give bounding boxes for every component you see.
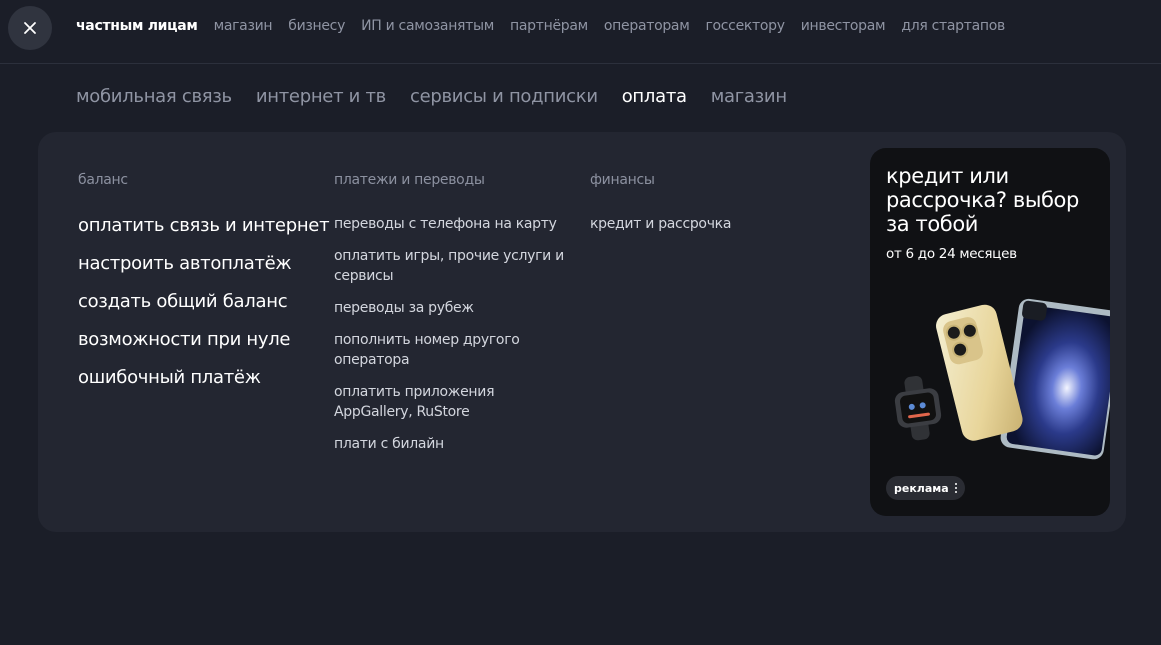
link-credit[interactable]: кредит и рассрочка bbox=[590, 214, 830, 234]
more-dots-icon bbox=[954, 483, 957, 493]
ad-label: реклама bbox=[894, 481, 949, 495]
link-autopay[interactable]: настроить автоплатёж bbox=[78, 252, 318, 275]
tab-services[interactable]: сервисы и подписки bbox=[410, 86, 598, 107]
promo-title: кредит или рассрочка? выбор за тобой bbox=[886, 164, 1079, 236]
audience-nav: частным лицам магазин бизнесу ИП и самоз… bbox=[76, 18, 1005, 34]
tab-payment[interactable]: оплата bbox=[622, 86, 687, 107]
tab-internet-tv[interactable]: интернет и тв bbox=[256, 86, 386, 107]
tab-shop[interactable]: магазин bbox=[711, 86, 787, 107]
close-icon bbox=[24, 22, 36, 34]
payments-title: платежи и переводы bbox=[334, 172, 485, 188]
top-nav-startups[interactable]: для стартапов bbox=[901, 18, 1005, 34]
link-topup-other[interactable]: пополнить номер другого оператора bbox=[334, 330, 574, 370]
top-nav-operators[interactable]: операторам bbox=[604, 18, 690, 34]
finance-column: финансы кредит и рассрочка bbox=[590, 172, 830, 246]
link-zero-balance[interactable]: возможности при нуле bbox=[78, 328, 318, 351]
top-nav-business[interactable]: бизнесу bbox=[288, 18, 345, 34]
link-shared-balance[interactable]: создать общий баланс bbox=[78, 290, 318, 313]
close-button[interactable] bbox=[8, 6, 52, 50]
top-nav-investors[interactable]: инвесторам bbox=[801, 18, 886, 34]
promo-subtitle: от 6 до 24 месяцев bbox=[886, 246, 1017, 262]
link-wrong-payment[interactable]: ошибочный платёж bbox=[78, 366, 318, 389]
link-pay-games[interactable]: оплатить игры, прочие услуги и сервисы bbox=[334, 246, 574, 286]
top-nav-gov[interactable]: госсектору bbox=[705, 18, 785, 34]
top-nav-partners[interactable]: партнёрам bbox=[510, 18, 588, 34]
ad-badge[interactable]: реклама bbox=[886, 476, 965, 500]
payments-column: платежи и переводы переводы с телефона н… bbox=[334, 172, 574, 466]
devices-image bbox=[894, 298, 1110, 460]
link-pay-apps[interactable]: оплатить приложения AppGallery, RuStore bbox=[334, 382, 574, 422]
link-abroad-transfers[interactable]: переводы за рубеж bbox=[334, 298, 574, 318]
tab-mobile[interactable]: мобильная связь bbox=[76, 86, 232, 107]
link-pay-with-beeline[interactable]: плати с билайн bbox=[334, 434, 574, 454]
top-nav-ip[interactable]: ИП и самозанятым bbox=[361, 18, 494, 34]
promo-banner[interactable]: кредит или рассрочка? выбор за тобой от … bbox=[870, 148, 1110, 516]
balance-column: баланс оплатить связь и интернет настрои… bbox=[78, 172, 330, 404]
link-pay-connection[interactable]: оплатить связь и интернет bbox=[78, 214, 330, 237]
link-phone-to-card[interactable]: переводы с телефона на карту bbox=[334, 214, 574, 234]
top-nav-private[interactable]: частным лицам bbox=[76, 18, 198, 34]
top-bar: частным лицам магазин бизнесу ИП и самоз… bbox=[0, 0, 1161, 64]
mega-menu-panel: баланс оплатить связь и интернет настрои… bbox=[38, 132, 1126, 532]
balance-title: баланс bbox=[78, 172, 128, 188]
top-nav-shop[interactable]: магазин bbox=[214, 18, 273, 34]
section-nav: мобильная связь интернет и тв сервисы и … bbox=[76, 86, 787, 107]
finance-title: финансы bbox=[590, 172, 655, 188]
